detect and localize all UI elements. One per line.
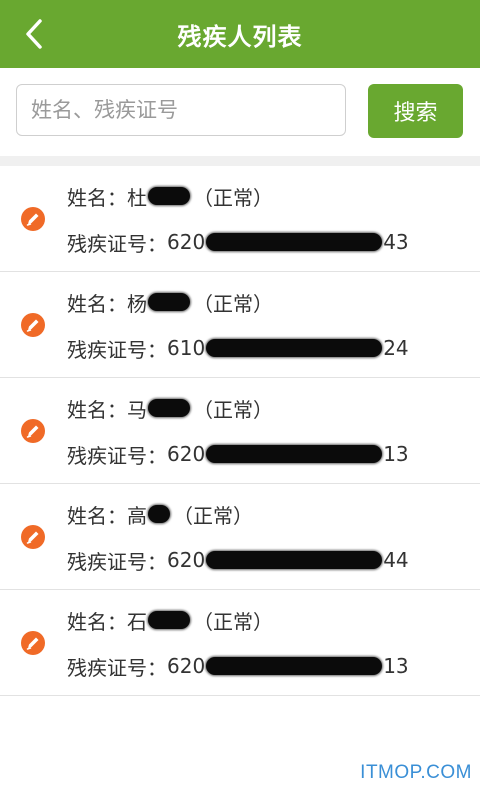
- surname: 杨: [127, 291, 147, 316]
- edit-icon: [21, 313, 45, 337]
- header-bar: 残疾人列表: [0, 0, 480, 68]
- edit-icon: [21, 207, 45, 231]
- id-line: 残疾证号： 620 44: [67, 544, 409, 576]
- status-text: （正常）: [193, 397, 273, 422]
- status-text: （正常）: [193, 609, 273, 634]
- edit-icon: [21, 525, 45, 549]
- id-label: 残疾证号：: [67, 337, 167, 362]
- app-screen: 残疾人列表 搜索 姓名：杜（正常） 残疾证号：62043: [0, 0, 480, 800]
- surname: 石: [127, 609, 147, 634]
- id-suffix: 24: [383, 336, 409, 360]
- id-label: 残疾证号：: [67, 655, 167, 680]
- edit-icon: [21, 631, 45, 655]
- id-line: 残疾证号： 610 24: [67, 332, 409, 364]
- name-label: 姓名：: [67, 609, 127, 634]
- list-item[interactable]: 姓名：杜 （正常） 残疾证号： 620 43: [0, 166, 480, 272]
- id-line: 残疾证号： 620 43: [67, 226, 409, 258]
- surname: 马: [127, 397, 147, 422]
- status-text: （正常）: [193, 185, 273, 210]
- id-prefix: 620: [167, 548, 206, 572]
- list-item[interactable]: 姓名：马 （正常） 残疾证号： 620 13: [0, 378, 480, 484]
- id-suffix: 13: [383, 442, 409, 466]
- id-prefix: 620: [167, 654, 206, 678]
- person-list: 姓名：杜（正常） 残疾证号： 620 43 姓名：杨（正常） 残疾证号： 610 24: [0, 166, 480, 696]
- search-input[interactable]: [16, 84, 346, 136]
- name-label: 姓名：: [67, 185, 127, 210]
- name-line: 姓名：杜 （正常）: [67, 180, 273, 212]
- list-item[interactable]: 姓名：高 （正常） 残疾证号： 620 44: [0, 484, 480, 590]
- id-line: 残疾证号： 620 13: [67, 650, 409, 682]
- id-prefix: 620: [167, 230, 206, 254]
- name-label: 姓名：: [67, 503, 127, 528]
- redacted-id: [206, 445, 383, 463]
- id-line: 残疾证号： 620 13: [67, 438, 409, 470]
- id-suffix: 43: [383, 230, 409, 254]
- redacted-id: [206, 339, 383, 357]
- name-label: 姓名：: [67, 291, 127, 316]
- back-button[interactable]: [12, 10, 56, 58]
- status-text: （正常）: [173, 503, 253, 528]
- id-label: 残疾证号：: [67, 443, 167, 468]
- chevron-left-icon: [26, 19, 42, 49]
- redacted-id: [206, 551, 383, 569]
- redacted-name: [148, 293, 190, 311]
- search-button[interactable]: 搜索: [368, 84, 463, 138]
- redacted-name: [148, 399, 190, 417]
- id-prefix: 610: [167, 336, 206, 360]
- redacted-name: [148, 505, 170, 523]
- redacted-name: [148, 611, 190, 629]
- list-item[interactable]: 姓名：杨 （正常） 残疾证号： 610 24: [0, 272, 480, 378]
- id-suffix: 44: [383, 548, 409, 572]
- id-prefix: 620: [167, 442, 206, 466]
- search-bar: 搜索: [0, 68, 480, 156]
- id-suffix: 13: [383, 654, 409, 678]
- name-line: 姓名：马 （正常）: [67, 392, 273, 424]
- status-text: （正常）: [193, 291, 273, 316]
- surname: 杜: [127, 185, 147, 210]
- watermark: ITMOP.COM: [360, 762, 472, 783]
- redacted-id: [206, 233, 383, 251]
- name-line: 姓名：高 （正常）: [67, 498, 253, 530]
- name-line: 姓名：杨 （正常）: [67, 286, 273, 318]
- redacted-name: [148, 187, 190, 205]
- name-line: 姓名：石 （正常）: [67, 604, 273, 636]
- name-label: 姓名：: [67, 397, 127, 422]
- id-label: 残疾证号：: [67, 231, 167, 256]
- page-title: 残疾人列表: [177, 22, 303, 51]
- section-divider: [0, 156, 480, 166]
- redacted-id: [206, 657, 383, 675]
- edit-icon: [21, 419, 45, 443]
- id-label: 残疾证号：: [67, 549, 167, 574]
- list-item[interactable]: 姓名：石 （正常） 残疾证号： 620 13: [0, 590, 480, 696]
- surname: 高: [127, 503, 147, 528]
